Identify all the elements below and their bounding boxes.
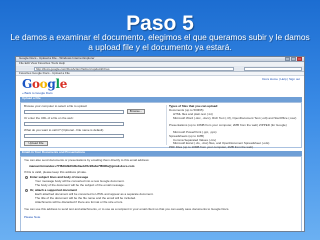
document-name-input[interactable] xyxy=(24,134,124,138)
file-type-item: Microsoft Word (.doc, .docx), Rich Text … xyxy=(173,116,297,120)
option-radio[interactable] xyxy=(25,189,28,192)
close-icon[interactable] xyxy=(297,57,302,61)
file-type-item: PDF Files (up to 10MB from your computer… xyxy=(169,144,254,149)
footer-note: You can use this address to send text an… xyxy=(24,207,230,211)
window-title: Google Docs - Upload a File - Windows In… xyxy=(19,56,95,60)
email-note: If this is valid, please keep this addre… xyxy=(24,170,87,174)
maximize-icon[interactable] xyxy=(291,57,296,61)
back-to-docs-link[interactable]: « Back to Google Docs xyxy=(22,91,53,96)
email-panel: You can also send documents or presentat… xyxy=(20,156,302,231)
browser-search-input[interactable] xyxy=(244,67,302,71)
file-type-item: Presentations (up to 10MB from your comp… xyxy=(169,123,287,127)
option-detail: Attachments will be discarded if there a… xyxy=(35,200,124,204)
upload-file-button[interactable]: Upload File xyxy=(24,141,48,146)
rename-label: What do you want to call it? (Optional -… xyxy=(24,128,104,132)
option-radio[interactable] xyxy=(25,176,28,179)
file-path-input[interactable] xyxy=(24,110,124,114)
please-note-link[interactable]: Please Note xyxy=(24,215,40,220)
window-controls xyxy=(285,57,302,61)
url-label: Or enter the URL of a file on the web: xyxy=(24,116,74,120)
panel-divider xyxy=(166,105,167,145)
browser-screenshot: Google Docs - Upload a File - Windows In… xyxy=(15,56,305,232)
url-input[interactable] xyxy=(24,122,124,126)
minimize-icon[interactable] xyxy=(285,57,290,61)
account-links[interactable]: Docs Home | Help | Sign out xyxy=(262,77,300,82)
email-address: manuel.fernandez+77f8d9d9d0d0e0aeb45c96a… xyxy=(29,164,135,168)
browse-label: Browse your computer to select a file to… xyxy=(24,104,88,108)
upload-panel: Browse your computer to select a file to… xyxy=(20,102,302,148)
favorites-bar[interactable]: Favorites Google Docs - Upload a File xyxy=(16,71,304,76)
google-docs-logo: Google xyxy=(22,77,68,91)
browse-button[interactable]: Browse... xyxy=(127,109,145,114)
slide-caption: Le damos a examinar el documento, elegim… xyxy=(10,32,310,52)
option-detail: The body of the document will be the sub… xyxy=(35,183,125,187)
email-intro: You can also send documents or presentat… xyxy=(24,158,150,162)
